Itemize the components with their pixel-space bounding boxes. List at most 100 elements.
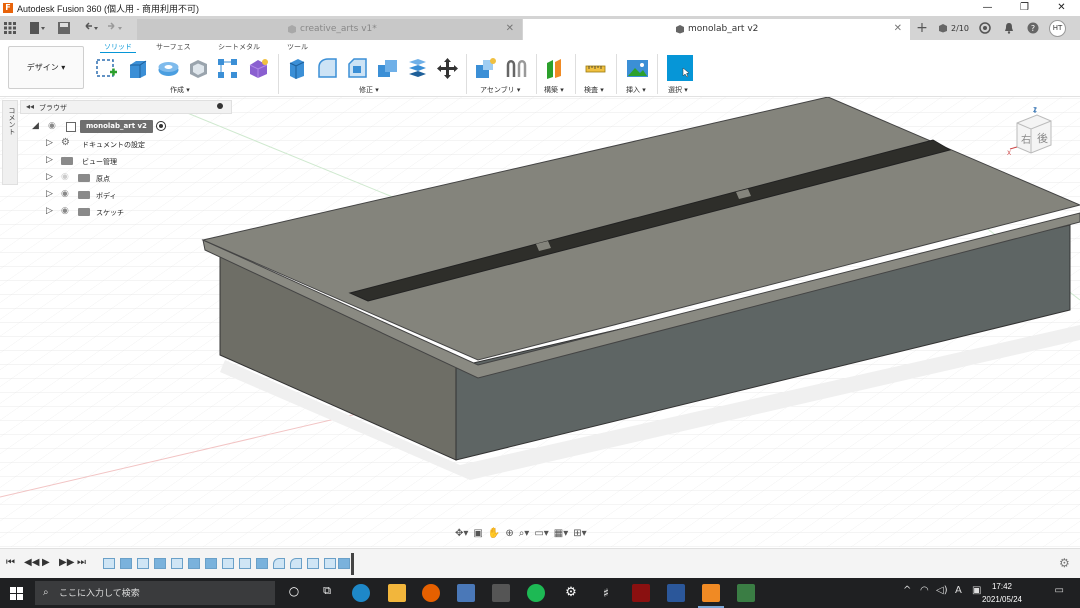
cortana-icon[interactable]: ○ — [285, 584, 303, 602]
timeline-feature-extrude[interactable] — [188, 558, 200, 569]
task-view-icon[interactable]: ⧉ — [318, 584, 336, 602]
group-modify[interactable]: 修正 ▾ — [359, 85, 379, 95]
fillet-icon[interactable] — [316, 57, 339, 80]
view-cube-back-face[interactable]: 後 — [1037, 131, 1048, 145]
move-icon[interactable] — [436, 57, 459, 80]
app-icon[interactable]: ♯ — [597, 584, 615, 602]
timeline-feature-extrude[interactable] — [256, 558, 268, 569]
close-button[interactable]: ✕ — [1043, 0, 1080, 16]
apps-grid-icon[interactable] — [4, 22, 16, 34]
timeline-forward-icon[interactable]: ▶▶ — [59, 557, 74, 568]
undo-icon[interactable] — [82, 22, 100, 34]
help-icon[interactable]: ? — [1027, 22, 1039, 34]
store-icon[interactable] — [492, 584, 510, 602]
edge-browser-icon[interactable] — [352, 584, 370, 602]
timeline-settings-gear-icon[interactable]: ⚙ — [1059, 556, 1070, 570]
tab-close-button[interactable]: ✕ — [894, 23, 902, 34]
align-icon[interactable] — [406, 57, 429, 80]
save-icon[interactable] — [58, 22, 70, 34]
collapse-browser-icon[interactable]: ◂◂ — [26, 102, 34, 111]
group-create[interactable]: 作成 ▾ — [170, 85, 190, 95]
offset-plane-icon[interactable] — [544, 57, 567, 80]
form-icon[interactable] — [247, 57, 270, 80]
timeline-end-icon[interactable]: ⏭ — [77, 557, 86, 568]
tab-close-button[interactable]: ✕ — [506, 23, 514, 34]
timeline-feature-sketch[interactable] — [239, 558, 251, 569]
browser-item-sketches[interactable]: ▷ ◉ スケッチ — [46, 205, 226, 219]
tab-monolab-art[interactable]: monolab_art v2 ✕ — [523, 19, 910, 40]
workspace-switcher[interactable]: デザイン ▾ — [8, 46, 84, 89]
browser-header[interactable]: ◂◂ ブラウザ — [20, 100, 232, 114]
timeline-feature-extrude[interactable] — [338, 558, 350, 569]
settings-gear-icon[interactable]: ⚙ — [562, 584, 580, 602]
windows-start-icon[interactable] — [10, 587, 23, 600]
expand-triangle-icon[interactable]: ▷ — [46, 206, 53, 216]
expand-triangle-icon[interactable]: ▷ — [46, 138, 53, 148]
timeline-feature-fillet[interactable] — [273, 558, 285, 569]
joint-icon[interactable] — [505, 57, 528, 80]
timeline-feature-sketch[interactable] — [307, 558, 319, 569]
job-count[interactable]: 2/10 — [951, 24, 971, 33]
shell-icon[interactable] — [187, 57, 210, 80]
browser-item-document-settings[interactable]: ▷ ⚙ ドキュメントの設定 — [46, 137, 226, 151]
collapse-triangle-icon[interactable]: ◢ — [32, 121, 39, 131]
press-pull-icon[interactable] — [286, 57, 309, 80]
online-status-icon[interactable] — [979, 22, 991, 34]
timeline-feature-extrude[interactable] — [120, 558, 132, 569]
new-component-icon[interactable] — [474, 57, 497, 80]
timeline-feature-extrude[interactable] — [205, 558, 217, 569]
new-tab-button[interactable]: + — [912, 20, 932, 36]
tray-chevron-icon[interactable]: ^ — [903, 585, 911, 596]
ime-indicator[interactable]: A — [955, 585, 962, 596]
file-menu-icon[interactable] — [30, 22, 46, 34]
visibility-eye-icon[interactable]: ◉ — [61, 172, 69, 182]
timeline-play-icon[interactable]: ▶ — [42, 557, 50, 568]
tab-creative-arts[interactable]: creative_arts v1* ✕ — [137, 19, 522, 40]
orbit-icon[interactable]: ✥▾ — [455, 528, 468, 539]
expand-triangle-icon[interactable]: ▷ — [46, 172, 53, 182]
chamfer-icon[interactable] — [346, 57, 369, 80]
extrude-icon[interactable] — [126, 57, 149, 80]
create-sketch-icon[interactable] — [95, 57, 118, 80]
taskbar-clock[interactable]: 17:42 2021/05/24 — [972, 580, 1032, 606]
visibility-eye-icon[interactable]: ◉ — [48, 121, 56, 131]
timeline-feature-sketch[interactable] — [137, 558, 149, 569]
timeline-feature-extrude[interactable] — [154, 558, 166, 569]
timeline-marker[interactable] — [351, 553, 354, 575]
maximize-button[interactable]: ❐ — [1006, 0, 1043, 16]
visibility-eye-icon[interactable]: ◉ — [61, 206, 69, 216]
grid-settings-icon[interactable]: ▦▾ — [554, 528, 568, 539]
timeline-feature-fillet[interactable] — [290, 558, 302, 569]
notification-center-icon[interactable]: ▭ — [1055, 585, 1064, 596]
browser-root[interactable]: ◢ ◉ monolab_art v2 — [32, 120, 232, 134]
app-red-icon[interactable] — [632, 584, 650, 602]
firefox-icon[interactable] — [422, 584, 440, 602]
timeline-feature-sketch[interactable] — [171, 558, 183, 569]
browser-item-named-views[interactable]: ▷ ビュー管理 — [46, 154, 226, 168]
user-avatar[interactable]: HT — [1049, 19, 1066, 37]
volume-icon[interactable]: ◁) — [936, 585, 948, 596]
insert-image-icon[interactable] — [626, 57, 649, 80]
zoom-icon[interactable]: ⊕ — [505, 528, 513, 539]
comments-panel-strip[interactable]: コメント — [2, 100, 18, 185]
wifi-icon[interactable]: ◠ — [920, 585, 929, 596]
group-insert[interactable]: 挿入 ▾ — [626, 85, 646, 95]
word-icon[interactable] — [667, 584, 685, 602]
pan-hand-icon[interactable]: ✋ — [488, 528, 500, 539]
view-cube[interactable]: 右 後 Z X — [1005, 105, 1065, 160]
timeline-feature-sketch[interactable] — [222, 558, 234, 569]
pattern-icon[interactable] — [216, 57, 239, 80]
revolve-icon[interactable] — [157, 57, 180, 80]
group-select[interactable]: 選択 ▾ — [668, 85, 688, 95]
redo-icon[interactable] — [106, 22, 124, 34]
notification-bell-icon[interactable] — [1003, 22, 1015, 34]
tab-sheet-metal[interactable]: シートメタル — [218, 42, 260, 52]
timeline-feature-sketch[interactable] — [324, 558, 336, 569]
combine-icon[interactable] — [376, 57, 399, 80]
tab-solid[interactable]: ソリッド — [104, 42, 132, 52]
display-settings-icon[interactable]: ▭▾ — [534, 528, 548, 539]
activate-radio-icon[interactable] — [156, 121, 166, 131]
browser-options-icon[interactable] — [217, 103, 223, 109]
viewports-icon[interactable]: ⊞▾ — [573, 528, 586, 539]
visibility-eye-icon[interactable]: ◉ — [61, 189, 69, 199]
